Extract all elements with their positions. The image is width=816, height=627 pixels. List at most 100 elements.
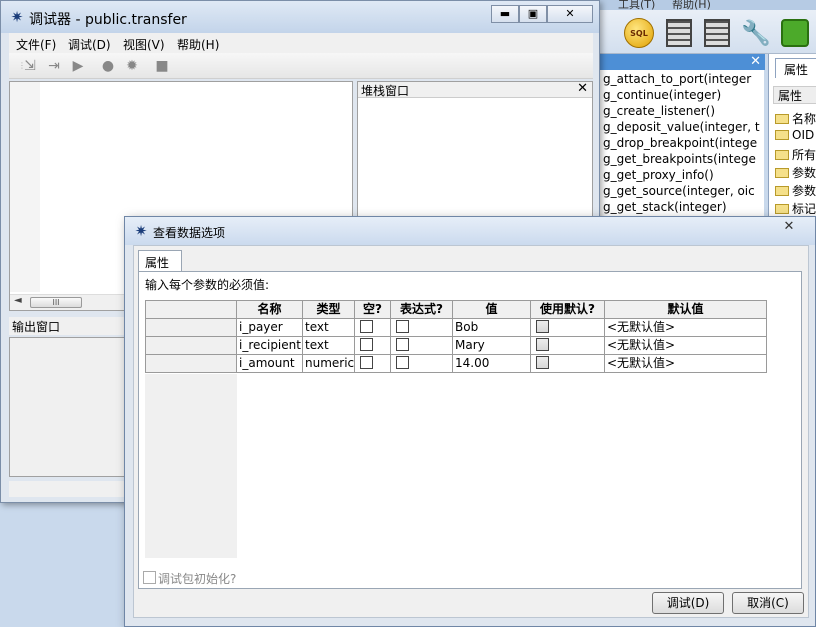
tab-properties[interactable]: 属性 bbox=[775, 58, 816, 78]
property-row[interactable]: 参数 bbox=[775, 182, 816, 200]
row-header-empty-area bbox=[145, 374, 237, 558]
menu-file[interactable]: 文件(F) bbox=[16, 36, 56, 53]
tab-properties[interactable]: 属性 bbox=[138, 250, 182, 272]
use-default-cell bbox=[531, 355, 605, 373]
property-row[interactable]: OID bbox=[775, 128, 814, 146]
view-data-button[interactable] bbox=[662, 16, 696, 50]
dialog-body: 属性 输入每个参数的必须值: 名称 类型 空? 表达式? 值 使用默认? 默认值… bbox=[133, 245, 809, 618]
clear-breakpoints-button[interactable]: ✹ bbox=[123, 57, 141, 75]
list-item[interactable]: g_attach_to_port(integer bbox=[603, 72, 763, 88]
stop-button[interactable]: ■ bbox=[153, 57, 171, 75]
close-icon[interactable]: ✕ bbox=[750, 54, 761, 69]
list-item[interactable]: g_get_stack(integer) bbox=[603, 200, 763, 216]
expression-checkbox[interactable] bbox=[396, 320, 409, 333]
maximize-button[interactable]: ▣ bbox=[519, 5, 547, 23]
main-app-menubar: 工具(T) 帮助(H) bbox=[590, 0, 816, 11]
clear-breakpoint-icon: ✹ bbox=[126, 58, 138, 74]
cancel-button[interactable]: 取消(C) bbox=[732, 592, 804, 614]
sql-query-button[interactable]: SQL bbox=[622, 16, 656, 50]
param-value[interactable]: Bob bbox=[453, 319, 531, 337]
output-window-header: 输出窗口 bbox=[9, 317, 129, 335]
default-value: <无默认值> bbox=[605, 319, 767, 337]
list-item[interactable]: g_deposit_value(integer, t bbox=[603, 120, 763, 136]
filtered-data-button[interactable] bbox=[700, 16, 734, 50]
scroll-thumb[interactable]: III bbox=[30, 297, 82, 308]
row-header[interactable] bbox=[145, 355, 237, 373]
property-icon bbox=[775, 204, 789, 214]
row-header[interactable] bbox=[145, 337, 237, 355]
set-breakpoint-button[interactable]: ● bbox=[99, 57, 117, 75]
list-item[interactable]: g_get_proxy_info() bbox=[603, 168, 763, 184]
debugger-app-icon: ✷ bbox=[10, 8, 24, 26]
menu-help[interactable]: 帮助(H) bbox=[177, 36, 219, 53]
column-header-name: 名称 bbox=[237, 300, 303, 319]
null-cell bbox=[355, 355, 391, 373]
stack-window-header: 堆栈窗口 ✕ bbox=[358, 81, 592, 98]
use-default-checkbox[interactable] bbox=[536, 356, 549, 369]
menu-view[interactable]: 视图(V) bbox=[123, 36, 165, 53]
use-default-checkbox[interactable] bbox=[536, 338, 549, 351]
property-icon bbox=[775, 168, 789, 178]
use-default-checkbox[interactable] bbox=[536, 320, 549, 333]
table-filter-icon bbox=[704, 19, 730, 47]
breakpoint-icon: ● bbox=[101, 58, 115, 74]
step-over-icon: ⇥ bbox=[48, 58, 60, 74]
maximize-icon: ▣ bbox=[527, 7, 539, 20]
expression-cell bbox=[391, 355, 453, 373]
debugger-titlebar[interactable]: ✷ 调试器 - public.transfer ▬ ▣ ✕ bbox=[1, 1, 599, 33]
debug-button[interactable]: 调试(D) bbox=[652, 592, 724, 614]
menu-debug[interactable]: 调试(D) bbox=[68, 36, 111, 53]
close-icon[interactable]: ✕ bbox=[577, 81, 588, 96]
list-item[interactable]: g_create_listener() bbox=[603, 104, 763, 120]
parameter-prompt: 输入每个参数的必须值: bbox=[145, 278, 270, 292]
param-type: text bbox=[303, 337, 355, 355]
continue-button[interactable]: ▶ bbox=[69, 57, 87, 75]
plugin-button[interactable] bbox=[778, 16, 812, 50]
minimize-button[interactable]: ▬ bbox=[491, 5, 519, 23]
property-row[interactable]: 名称 bbox=[775, 110, 816, 128]
scroll-left-icon[interactable]: ◄ bbox=[14, 295, 22, 306]
list-item[interactable]: g_get_source(integer, oic bbox=[603, 184, 763, 200]
param-value[interactable]: 14.00 bbox=[453, 355, 531, 373]
stack-window-title: 堆栈窗口 bbox=[361, 84, 410, 98]
null-checkbox[interactable] bbox=[360, 338, 373, 351]
package-init-checkbox[interactable] bbox=[143, 571, 156, 584]
property-row[interactable]: 所有 bbox=[775, 146, 816, 164]
step-over-button[interactable]: ⇥ bbox=[45, 57, 63, 75]
default-value: <无默认值> bbox=[605, 337, 767, 355]
main-app-toolbar: SQL 🔧 bbox=[596, 10, 816, 54]
property-icon bbox=[775, 130, 789, 140]
debugger-toolbar: ⋮ ⇲ ⇥ ▶ ● ✹ ■ bbox=[9, 53, 593, 79]
window-title: 调试器 - public.transfer bbox=[29, 12, 187, 28]
data-options-dialog: ✷ 查看数据选项 ✕ 属性 输入每个参数的必须值: 名称 类型 空? 表达式? … bbox=[124, 216, 816, 627]
list-item[interactable]: g_get_breakpoints(intege bbox=[603, 152, 763, 168]
expression-checkbox[interactable] bbox=[396, 338, 409, 351]
row-header[interactable] bbox=[145, 319, 237, 337]
package-init-option[interactable]: 调试包初始化? bbox=[143, 570, 236, 587]
null-checkbox[interactable] bbox=[360, 356, 373, 369]
null-cell bbox=[355, 337, 391, 355]
property-icon bbox=[775, 186, 789, 196]
expression-checkbox[interactable] bbox=[396, 356, 409, 369]
close-button[interactable]: ✕ bbox=[547, 5, 593, 23]
step-into-icon: ⇲ bbox=[24, 58, 36, 74]
maintenance-button[interactable]: 🔧 bbox=[738, 16, 772, 50]
output-window bbox=[9, 337, 129, 477]
dialog-close-button[interactable]: ✕ bbox=[765, 219, 813, 237]
dialog-titlebar[interactable]: ✷ 查看数据选项 ✕ bbox=[125, 217, 815, 245]
column-header-default-value: 默认值 bbox=[605, 300, 767, 319]
param-value[interactable]: Mary bbox=[453, 337, 531, 355]
column-header-null: 空? bbox=[355, 300, 391, 319]
param-type: numeric bbox=[303, 355, 355, 373]
play-icon: ▶ bbox=[72, 58, 84, 74]
sql-icon: SQL bbox=[624, 18, 654, 48]
property-row[interactable]: 参数 bbox=[775, 164, 816, 182]
null-checkbox[interactable] bbox=[360, 320, 373, 333]
output-window-title: 输出窗口 bbox=[12, 320, 61, 334]
list-item[interactable]: g_drop_breakpoint(intege bbox=[603, 136, 763, 152]
function-list-panel: ✕ g_attach_to_port(integer g_continue(in… bbox=[596, 54, 765, 224]
minimize-icon: ▬ bbox=[499, 7, 511, 20]
list-item[interactable]: g_continue(integer) bbox=[603, 88, 763, 104]
table-grid-icon bbox=[666, 19, 692, 47]
step-into-button[interactable]: ⇲ bbox=[21, 57, 39, 75]
